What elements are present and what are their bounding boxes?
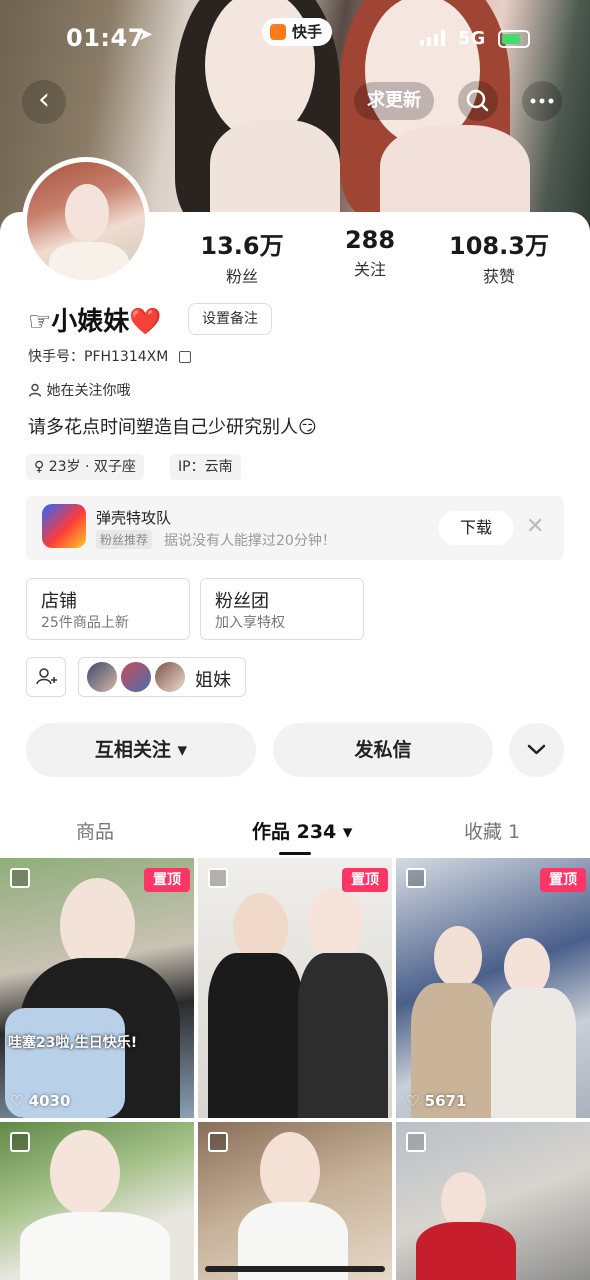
- set-remark-button[interactable]: 设置备注: [188, 303, 272, 335]
- follow-status-row: 她在关注你哦: [28, 380, 130, 400]
- stat-likes-label: 获赞: [482, 267, 515, 286]
- mutual-follow-button[interactable]: 互相关注 ▾: [26, 723, 256, 777]
- fan-club-entry[interactable]: 粉丝团 加入享特权: [200, 578, 364, 640]
- stat-followers-label: 粉丝: [225, 267, 258, 286]
- pinned-badge: 置顶: [540, 868, 586, 892]
- bio: 请多花点时间塑造自己少研究别人😏: [28, 417, 317, 438]
- game-promo-banner[interactable]: 弹壳特攻队 粉丝推荐 据说没有人能撑过20分钟！ 下载 ✕: [26, 496, 564, 560]
- close-icon[interactable]: ✕: [526, 514, 544, 539]
- person-icon: [28, 383, 42, 397]
- post-thumbnail[interactable]: [396, 1122, 590, 1280]
- status-time: 01:47: [66, 24, 145, 52]
- post-thumbnail[interactable]: 置顶 哇塞23啦,生日快乐! ♡ 4030: [0, 858, 194, 1118]
- post-thumbnail[interactable]: [198, 1122, 392, 1280]
- expand-button[interactable]: [509, 723, 564, 777]
- image-post-icon: [10, 1132, 30, 1152]
- game-app-icon: [42, 504, 86, 548]
- post-caption: 哇塞23啦,生日快乐!: [8, 1035, 138, 1051]
- post-thumbnail[interactable]: [0, 1122, 194, 1280]
- download-button[interactable]: 下载: [438, 511, 514, 545]
- stat-following-value: 288: [344, 226, 396, 254]
- promo-description: 据说没有人能撑过20分钟！: [164, 533, 336, 549]
- network-label: 5G: [458, 28, 486, 49]
- location-arrow-icon: ➤: [138, 24, 154, 45]
- kuaishou-badge-label: 快手: [291, 23, 322, 41]
- stat-following[interactable]: 288 关注: [320, 226, 420, 280]
- add-friend-button[interactable]: [26, 657, 66, 697]
- friend-avatar: [155, 662, 185, 692]
- post-thumbnail[interactable]: 置顶 ♡ 5671: [396, 858, 590, 1118]
- home-indicator: [205, 1266, 385, 1272]
- friend-avatar: [87, 662, 117, 692]
- post-thumbnail[interactable]: 置顶: [198, 858, 392, 1118]
- more-button[interactable]: [522, 81, 562, 121]
- kuaishou-logo-icon: [270, 24, 286, 40]
- friend-avatar: [121, 662, 151, 692]
- search-icon: [466, 89, 489, 112]
- search-button[interactable]: [458, 81, 498, 121]
- kuaishou-id-row: 快手号：PFH1314XM: [28, 346, 191, 366]
- avatar[interactable]: [22, 157, 150, 285]
- shop-subtitle: 25件商品上新: [41, 615, 129, 631]
- chevron-down-icon: [527, 744, 546, 755]
- more-dots-icon: [530, 98, 554, 104]
- promo-chip: 粉丝推荐: [96, 530, 153, 549]
- image-post-icon: [208, 1132, 228, 1152]
- pinned-badge: 置顶: [144, 868, 190, 892]
- shop-entry[interactable]: 店铺 25件商品上新: [26, 578, 190, 640]
- signal-icon: [420, 30, 446, 46]
- pinned-badge: 置顶: [342, 868, 388, 892]
- add-person-icon: [36, 668, 57, 685]
- kuaishou-id: 快手号：PFH1314XM: [28, 349, 169, 365]
- tab-products[interactable]: 商品: [76, 817, 114, 844]
- tab-works[interactable]: 作品 234 ▾: [252, 817, 352, 844]
- post-likes: ♡ 5671: [406, 1092, 467, 1110]
- send-message-button[interactable]: 发私信: [273, 723, 493, 777]
- stat-likes[interactable]: 108.3万 获赞: [444, 226, 554, 287]
- promo-app-name: 弹壳特攻队: [96, 509, 172, 527]
- stat-likes-value: 108.3万: [449, 232, 549, 260]
- fan-club-title: 粉丝团: [215, 591, 269, 612]
- follow-status: 她在关注你哦: [46, 383, 131, 399]
- request-update-button[interactable]: 求更新: [354, 82, 434, 120]
- active-tab-indicator: [279, 852, 311, 855]
- post-likes: ♡ 4030: [10, 1092, 71, 1110]
- age-zodiac-tag: ♀ 23岁 · 双子座: [26, 454, 144, 480]
- kuaishou-badge: 快手: [262, 18, 332, 46]
- friends-group[interactable]: 姐妹: [78, 657, 246, 697]
- friends-label: 姐妹: [195, 670, 231, 691]
- tab-favorites[interactable]: 收藏 1: [464, 817, 520, 844]
- ip-tag: IP：云南: [170, 454, 241, 480]
- back-button[interactable]: ‹: [22, 80, 66, 124]
- battery-icon: [498, 30, 530, 48]
- image-post-icon: [406, 1132, 426, 1152]
- stat-followers-value: 13.6万: [200, 232, 284, 260]
- stat-following-label: 关注: [353, 260, 386, 279]
- profile-name: ☞小婊妹❤️: [28, 307, 162, 337]
- stat-followers[interactable]: 13.6万 粉丝: [190, 226, 294, 287]
- image-post-icon: [406, 868, 426, 888]
- shop-title: 店铺: [41, 591, 77, 612]
- image-post-icon: [10, 868, 30, 888]
- chevron-left-icon: ‹: [38, 82, 50, 117]
- fan-club-subtitle: 加入享特权: [215, 615, 285, 631]
- image-post-icon: [208, 868, 228, 888]
- copy-icon[interactable]: [178, 351, 191, 363]
